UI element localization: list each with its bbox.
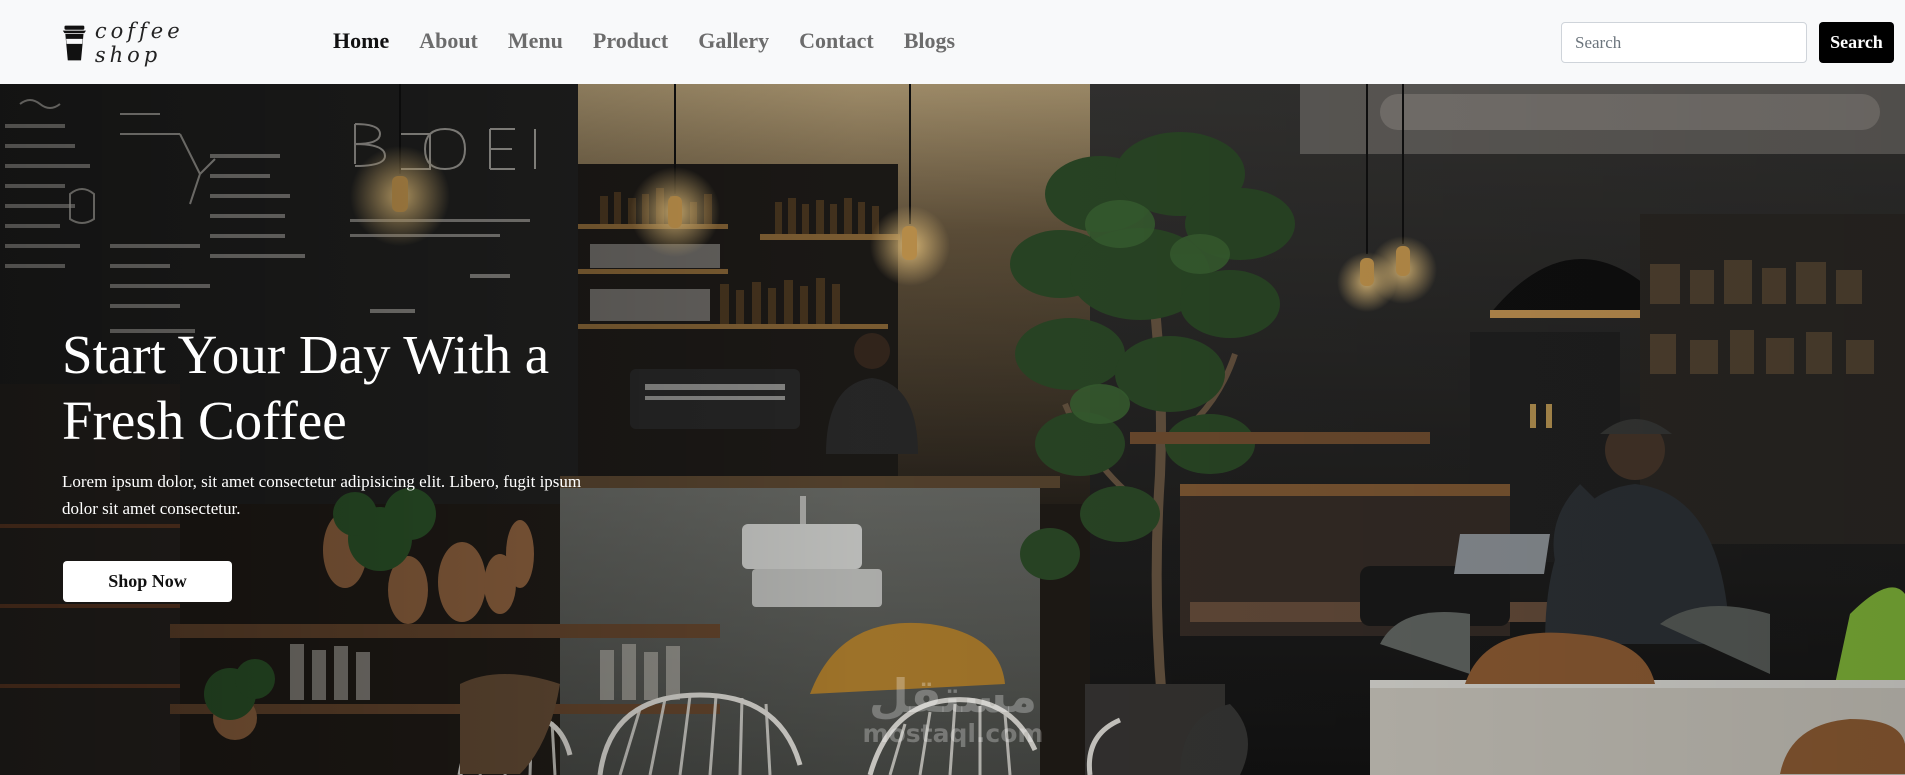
navbar: coffee shop Home About Menu Product Gall… (0, 0, 1905, 84)
shop-now-button[interactable]: Shop Now (63, 561, 232, 602)
coffee-cup-icon (62, 25, 86, 61)
nav-contact[interactable]: Contact (799, 28, 874, 54)
nav-about[interactable]: About (419, 28, 478, 54)
watermark: مستقل mostaql.com (848, 671, 1058, 747)
nav-product[interactable]: Product (593, 28, 668, 54)
nav-blogs[interactable]: Blogs (904, 28, 955, 54)
brand-logo[interactable]: coffee shop (62, 18, 232, 68)
nav-menu[interactable]: Menu (508, 28, 563, 54)
hero-section: Start Your Day With a Fresh Coffee Lorem… (0, 84, 1905, 775)
nav-gallery[interactable]: Gallery (698, 28, 769, 54)
watermark-arabic: مستقل (868, 669, 1038, 723)
nav-home[interactable]: Home (333, 28, 389, 54)
search-button[interactable]: Search (1819, 22, 1894, 63)
search-input[interactable] (1561, 22, 1807, 63)
watermark-latin: mostaql.com (862, 719, 1044, 748)
main-nav: Home About Menu Product Gallery Contact … (333, 28, 955, 54)
hero-title: Start Your Day With a Fresh Coffee (62, 324, 550, 451)
hero-description: Lorem ipsum dolor, sit amet consectetur … (62, 472, 582, 518)
brand-name: coffee shop (94, 19, 184, 67)
